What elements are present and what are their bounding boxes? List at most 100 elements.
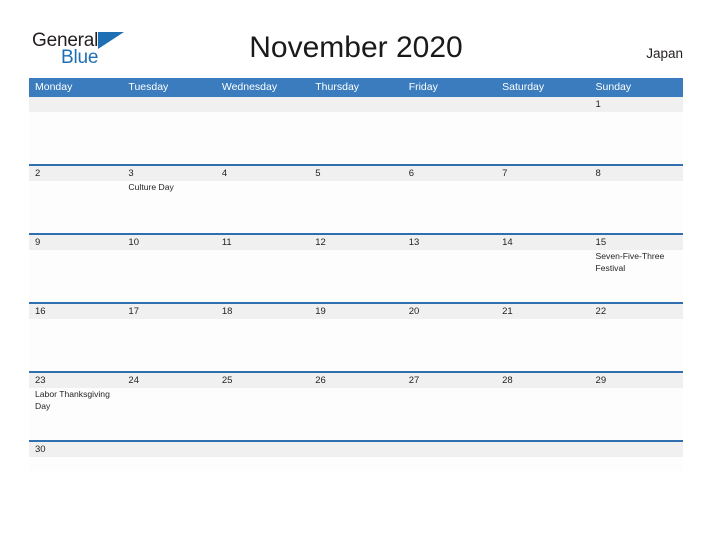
week-event-band: Seven-Five-Three Festival: [29, 250, 683, 302]
day-event-label: [403, 319, 496, 371]
day-number[interactable]: 1: [590, 97, 683, 112]
day-event-label: [122, 388, 215, 440]
calendar-week-row: 30: [29, 440, 683, 471]
day-number[interactable]: 29: [590, 373, 683, 388]
day-number[interactable]: 22: [590, 304, 683, 319]
day-number[interactable]: 13: [403, 235, 496, 250]
day-event-label: [403, 388, 496, 440]
day-number[interactable]: 21: [496, 304, 589, 319]
week-date-band: 9 10 11 12 13 14 15: [29, 235, 683, 250]
page-header: General Blue November 2020 Japan: [0, 0, 712, 78]
day-event-label: [309, 319, 402, 371]
day-number[interactable]: 27: [403, 373, 496, 388]
weekday-header-monday: Monday: [35, 81, 73, 93]
day-event-label: [590, 112, 683, 164]
week-event-band: [29, 457, 683, 471]
day-event-label: [122, 112, 215, 164]
day-event-label: [29, 112, 122, 164]
day-number[interactable]: 18: [216, 304, 309, 319]
day-number[interactable]: 14: [496, 235, 589, 250]
day-number: [29, 97, 122, 112]
day-event-label: [122, 250, 215, 302]
page-title: November 2020: [249, 31, 463, 64]
day-event-label: [216, 457, 309, 471]
day-number[interactable]: 30: [29, 442, 122, 457]
weekday-header-friday: Friday: [408, 81, 438, 93]
day-event-label: [29, 250, 122, 302]
calendar-week-row: 2 3 4 5 6 7 8 Culture Day: [29, 164, 683, 233]
day-number[interactable]: 3: [122, 166, 215, 181]
day-number[interactable]: 12: [309, 235, 402, 250]
day-number[interactable]: 28: [496, 373, 589, 388]
day-number[interactable]: 11: [216, 235, 309, 250]
day-event-label: Labor Thanksgiving Day: [35, 389, 110, 411]
day-event-label: [496, 250, 589, 302]
day-event-label: [403, 457, 496, 471]
day-event-label: [496, 181, 589, 233]
day-event-label: [309, 388, 402, 440]
day-number: [403, 442, 496, 457]
day-event-label: [29, 319, 122, 371]
week-date-band: 16 17 18 19 20 21 22: [29, 304, 683, 319]
day-number[interactable]: 4: [216, 166, 309, 181]
day-event-label: [496, 112, 589, 164]
calendar-week-row: 9 10 11 12 13 14 15 Seven-Five-Three Festival: [29, 233, 683, 302]
region-label: Japan: [646, 46, 683, 61]
day-number[interactable]: 26: [309, 373, 402, 388]
day-event-label: [403, 250, 496, 302]
calendar-grid: Monday Tuesday Wednesday Thursday Friday…: [29, 78, 683, 471]
calendar-weeks: 1 2 3 4 5 6 7 8 Culture Day 9 10 11 12 13 14 15 Seven-Fi…: [29, 97, 683, 471]
day-number[interactable]: 24: [122, 373, 215, 388]
week-event-band: [29, 112, 683, 164]
day-event-label: [216, 112, 309, 164]
day-event-label: [216, 250, 309, 302]
day-number: [309, 442, 402, 457]
day-number: [496, 442, 589, 457]
day-number: [216, 97, 309, 112]
week-date-band: 30: [29, 442, 683, 457]
weekday-header-thursday: Thursday: [315, 81, 360, 93]
day-number[interactable]: 19: [309, 304, 402, 319]
day-number: [403, 97, 496, 112]
week-date-band: 1: [29, 97, 683, 112]
day-number[interactable]: 17: [122, 304, 215, 319]
day-number[interactable]: 15: [590, 235, 683, 250]
day-number[interactable]: 25: [216, 373, 309, 388]
day-number[interactable]: 5: [309, 166, 402, 181]
day-number[interactable]: 2: [29, 166, 122, 181]
day-event-label: [29, 181, 122, 233]
day-event-label: [216, 388, 309, 440]
day-event-label: [590, 457, 683, 471]
weekday-header-tuesday: Tuesday: [128, 81, 169, 93]
week-date-band: 2345678: [29, 166, 683, 181]
day-event-label: [403, 112, 496, 164]
day-event-label: [590, 388, 683, 440]
day-number[interactable]: 23: [29, 373, 122, 388]
week-event-band: Culture Day: [29, 181, 683, 233]
day-number[interactable]: 7: [496, 166, 589, 181]
day-event-label: [29, 457, 122, 471]
day-event-label: Culture Day: [128, 182, 174, 192]
day-number[interactable]: 6: [403, 166, 496, 181]
day-number[interactable]: 9: [29, 235, 122, 250]
day-number: [122, 442, 215, 457]
day-number[interactable]: 20: [403, 304, 496, 319]
weekday-header-saturday: Saturday: [502, 81, 545, 93]
calendar-week-row: 23 24 25 26 27 28 29 Labor Thanksgiving Day: [29, 371, 683, 440]
weekday-header-wednesday: Wednesday: [221, 81, 278, 93]
week-date-band: 23 24 25 26 27 28 29: [29, 373, 683, 388]
day-event-label: [403, 181, 496, 233]
day-number[interactable]: 10: [122, 235, 215, 250]
calendar-page: General Blue November 2020 Japan Monday …: [0, 0, 712, 550]
calendar-week-row: 1: [29, 97, 683, 164]
week-event-band: [29, 319, 683, 371]
day-number: [216, 442, 309, 457]
day-event-label: [122, 319, 215, 371]
week-event-band: Labor Thanksgiving Day: [29, 388, 683, 440]
weekday-header-row: Monday Tuesday Wednesday Thursday Friday…: [29, 78, 683, 97]
day-event-label: [216, 181, 309, 233]
day-event-label: [309, 181, 402, 233]
day-number[interactable]: 16: [29, 304, 122, 319]
day-number[interactable]: 8: [590, 166, 683, 181]
day-event-label: [496, 457, 589, 471]
